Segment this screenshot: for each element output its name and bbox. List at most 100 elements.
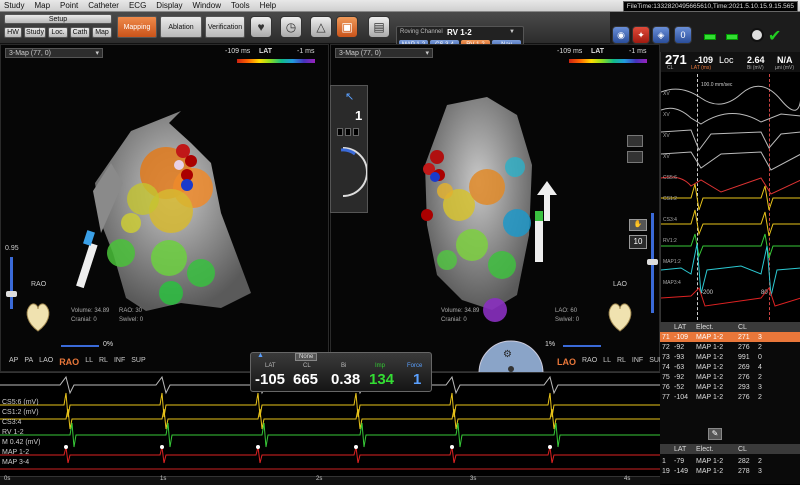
table-row[interactable]: 73 -93 MAP 1-2 991 0 xyxy=(660,352,800,362)
up-arrow-icon xyxy=(537,181,557,221)
left-zoom-slider[interactable] xyxy=(10,257,13,309)
menu-display[interactable]: Display xyxy=(156,1,182,10)
table-row[interactable]: 1 -79 MAP 1-2 282 2 xyxy=(660,456,800,466)
readout-cl-value: 665 xyxy=(293,371,319,388)
table-row[interactable]: 74 -63 MAP 1-2 269 4 xyxy=(660,362,800,372)
check-icon[interactable]: ✔ xyxy=(768,26,781,46)
left-zoom-handle[interactable] xyxy=(6,291,17,297)
setup-button[interactable]: Setup xyxy=(4,14,112,24)
strip-label-rv12: RV 1-2 xyxy=(2,429,24,436)
menu-map[interactable]: Map xyxy=(34,1,50,10)
table-row[interactable]: 77 -104 MAP 1-2 276 2 xyxy=(660,392,800,402)
left-swivel-label: Swivel: xyxy=(119,317,139,323)
view-inf-button[interactable]: INF xyxy=(632,357,643,367)
readout-arrow-icon[interactable]: ▲ xyxy=(257,352,264,359)
heart-icon[interactable]: ♥ xyxy=(250,16,272,38)
display-icon[interactable]: ▤ xyxy=(368,16,390,38)
readout-none-select[interactable]: None xyxy=(295,353,318,361)
left-map-selector[interactable]: 3-Map (77, 0) ▾ xyxy=(5,48,103,58)
step-boxes[interactable] xyxy=(337,128,363,136)
left-map-pane[interactable]: 3-Map (77, 0) ▾ -109 ms LAT -1 ms 0.95 RA… xyxy=(0,44,329,372)
table-tool-icon[interactable]: ✎ xyxy=(708,428,722,440)
tab-loc[interactable]: Loc. xyxy=(48,27,68,38)
verification-button[interactable]: Verification xyxy=(205,16,245,38)
clock-icon[interactable]: ◷ xyxy=(280,16,302,38)
right-heart-orientation-icon[interactable] xyxy=(607,301,633,333)
points-table[interactable]: LAT Elect. CL 71 -109 MAP 1-2 271 3 72 -92 MAP… xyxy=(660,322,800,484)
menu-point[interactable]: Point xyxy=(60,1,78,10)
left-proj-value: 30 xyxy=(135,308,143,314)
right-swivel-value: 0 xyxy=(575,317,580,323)
catheter-icon[interactable]: ✦ xyxy=(632,26,650,44)
view-ll-button[interactable]: LL xyxy=(603,357,611,367)
tab-hw[interactable]: HW xyxy=(4,27,22,38)
signal-label: XV xyxy=(663,133,670,139)
menu-ecg[interactable]: ECG xyxy=(129,1,146,10)
tab-cath[interactable]: Cath xyxy=(70,27,90,38)
catheter-nav-dial[interactable]: ⚙ xyxy=(477,331,545,373)
nav-icon[interactable]: ◉ xyxy=(612,26,630,44)
status-led-2 xyxy=(726,34,738,40)
arrow-diagonal-icon[interactable]: ↖ xyxy=(345,90,354,103)
table-row[interactable]: 75 -92 MAP 1-2 276 2 xyxy=(660,372,800,382)
view-rao-button[interactable]: RAO xyxy=(59,357,79,367)
menu-bar: Study Map Point Catheter ECG Display Win… xyxy=(0,0,800,12)
right-zoom-handle[interactable] xyxy=(647,259,658,265)
col-lat[interactable]: LAT xyxy=(674,324,696,331)
roving-channel-value[interactable]: RV 1-2 xyxy=(447,28,472,37)
tab-study[interactable]: Study xyxy=(24,27,46,38)
menu-catheter[interactable]: Catheter xyxy=(88,1,119,10)
map-tool-icon[interactable]: ▣ xyxy=(336,16,358,38)
table-row[interactable]: 71 -109 MAP 1-2 271 3 xyxy=(660,332,800,342)
signal-panel[interactable]: 271 CL -109 LAT (ms) Loc 2.64 Bi (mV) N/… xyxy=(660,52,800,322)
right-zoom-value[interactable]: 10 xyxy=(629,235,647,249)
table-row[interactable]: 19 -149 MAP 1-2 278 3 xyxy=(660,466,800,476)
view-inf-button[interactable]: INF xyxy=(114,357,125,367)
col-elect[interactable]: Elect. xyxy=(696,324,738,331)
table-row[interactable]: 76 -52 MAP 1-2 293 3 xyxy=(660,382,800,392)
left-heart-map-3d[interactable] xyxy=(71,103,271,323)
view-lao-button[interactable]: LAO xyxy=(557,357,576,367)
view-rao-button[interactable]: RAO xyxy=(582,357,597,367)
view-rl-button[interactable]: RL xyxy=(617,357,626,367)
right-opacity-slider[interactable] xyxy=(563,345,601,347)
tab-map[interactable]: Map xyxy=(92,27,112,38)
right-proj-value: 60 xyxy=(570,308,578,314)
view-ll-button[interactable]: LL xyxy=(85,357,93,367)
triangle-icon[interactable]: △ xyxy=(310,16,332,38)
menu-help[interactable]: Help xyxy=(260,1,276,10)
right-tool-icon-1[interactable] xyxy=(627,135,643,147)
zero-icon[interactable]: 0 xyxy=(674,26,692,44)
rotation-dial-icon[interactable] xyxy=(333,144,367,200)
right-pointer-icon[interactable]: ✋ xyxy=(629,219,647,231)
view-lao-button[interactable]: LAO xyxy=(39,357,53,367)
table-row[interactable]: 72 -92 MAP 1-2 276 2 xyxy=(660,342,800,352)
right-view-buttons: LAO RAO LL RL INF SUP xyxy=(557,357,664,367)
right-map-pane[interactable]: 3-Map (77, 0) ▾ -109 ms LAT -1 ms ✋ 10 LA… xyxy=(330,44,664,373)
mapping-button[interactable]: Mapping xyxy=(117,16,157,38)
right-map-selector[interactable]: 3-Map (77, 0) ▾ xyxy=(335,48,433,58)
layers-icon[interactable]: ◈ xyxy=(652,26,670,44)
menu-tools[interactable]: Tools xyxy=(231,1,250,10)
header-uni-value: N/A xyxy=(777,55,793,65)
menu-study[interactable]: Study xyxy=(4,1,24,10)
ablation-button[interactable]: Ablation xyxy=(160,16,202,38)
view-rl-button[interactable]: RL xyxy=(99,357,108,367)
view-sup-button[interactable]: SUP xyxy=(131,357,145,367)
left-opacity-slider[interactable] xyxy=(61,345,99,347)
signal-header: 271 CL -109 LAT (ms) Loc 2.64 Bi (mV) N/… xyxy=(661,52,800,72)
left-heart-orientation-icon[interactable] xyxy=(25,301,51,333)
center-value: 1 xyxy=(355,108,363,123)
dropdown-icon[interactable]: ▼ xyxy=(509,29,515,35)
view-pa-button[interactable]: PA xyxy=(24,357,33,367)
menu-window[interactable]: Window xyxy=(193,1,221,10)
col-cl[interactable]: CL xyxy=(738,324,758,331)
right-tool-icon-2[interactable] xyxy=(627,151,643,163)
ring-icon[interactable] xyxy=(750,28,764,42)
signal-label: XV xyxy=(663,154,670,160)
right-map-info: Volume: 34.89 Cranial: 0 xyxy=(441,307,479,325)
right-lat-label: LAT xyxy=(591,48,605,55)
view-ap-button[interactable]: AP xyxy=(9,357,18,367)
svg-text:⚙: ⚙ xyxy=(503,349,512,360)
lower-table-header: LAT Elect. CL xyxy=(660,444,800,454)
